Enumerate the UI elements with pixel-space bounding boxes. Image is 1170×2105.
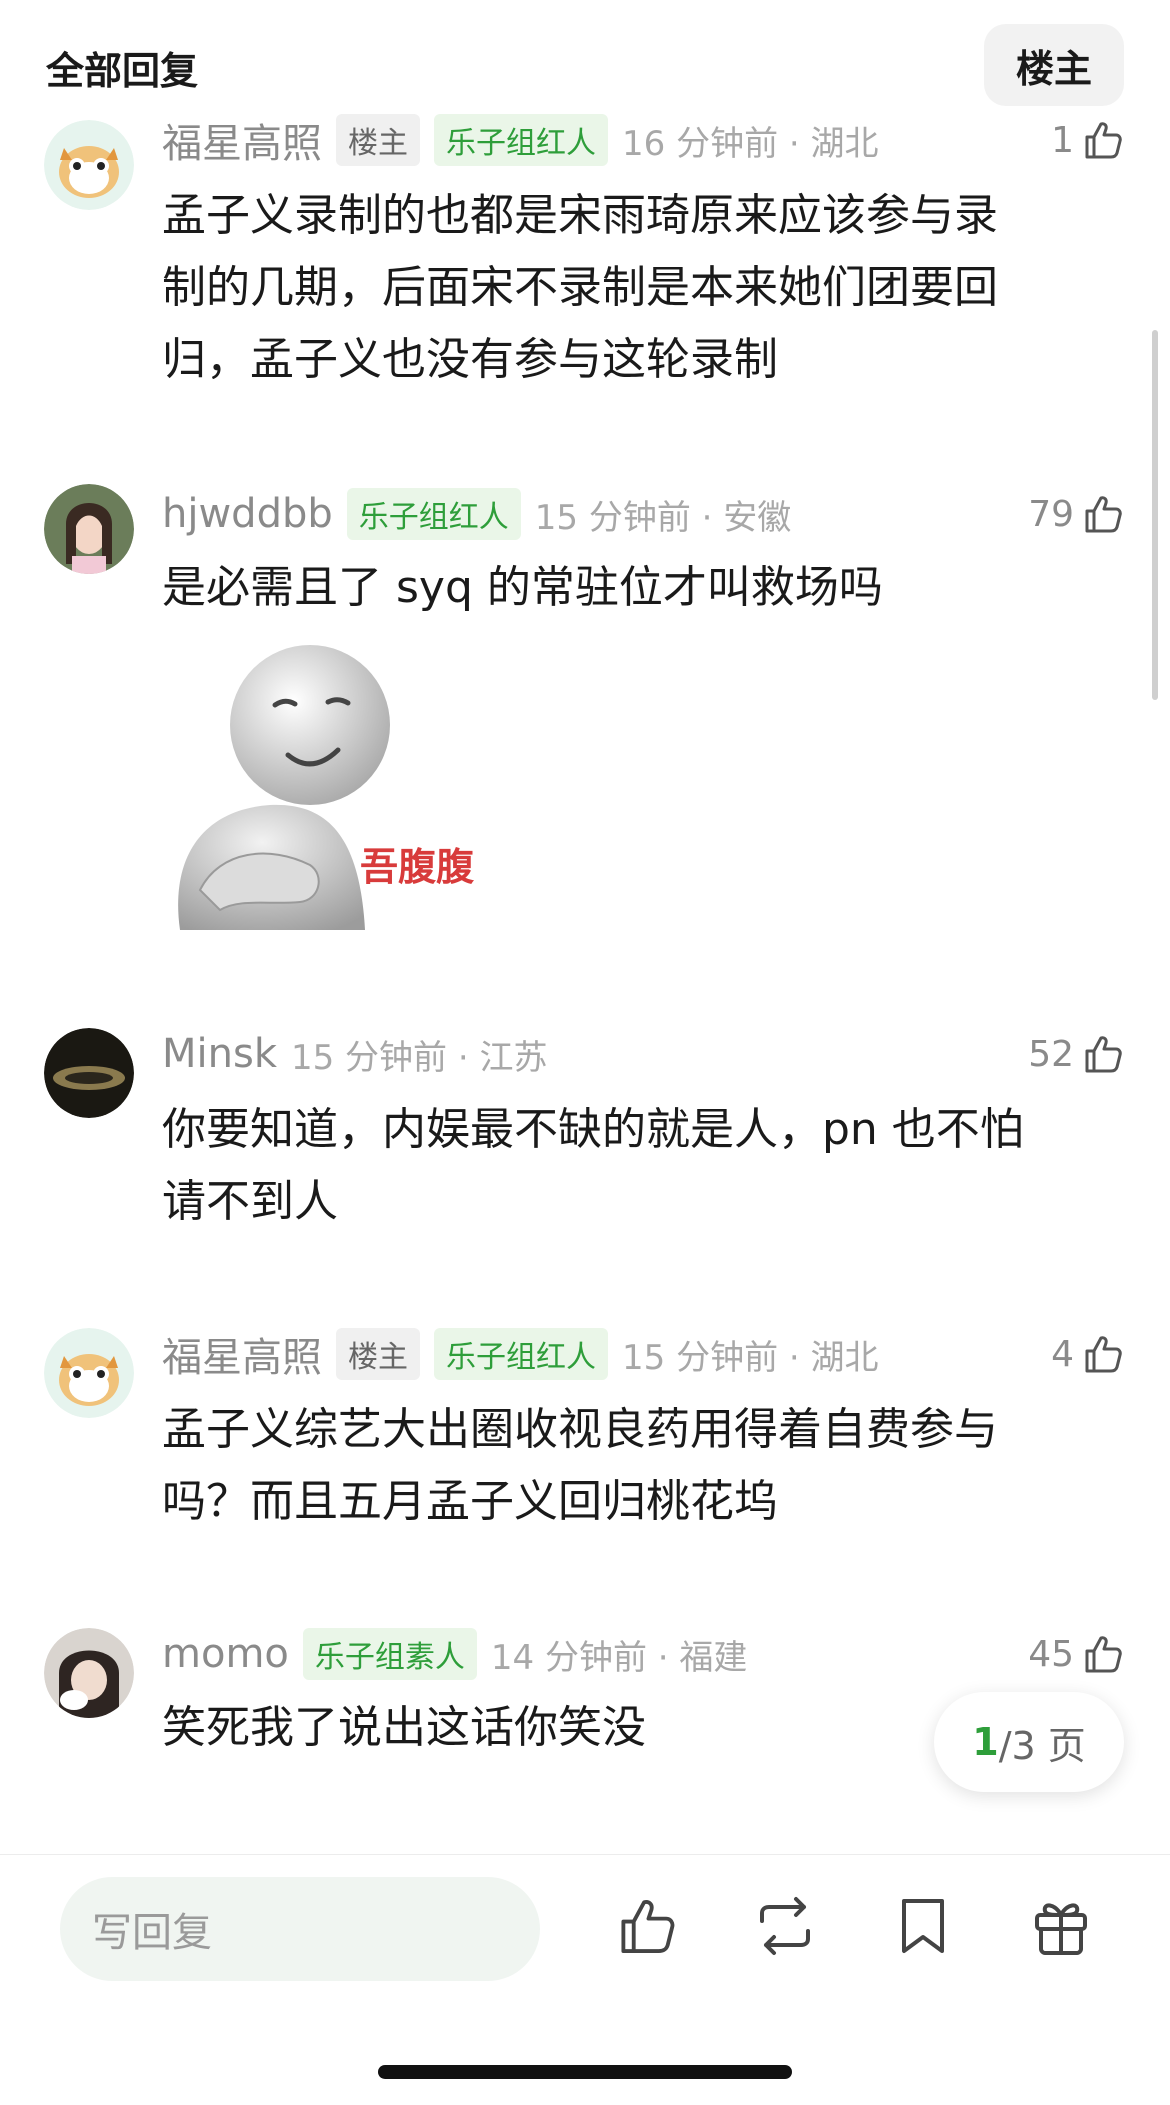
- avatar[interactable]: [44, 120, 134, 210]
- repost-button[interactable]: [750, 1891, 820, 1961]
- thumbs-up-icon: [1085, 1036, 1122, 1073]
- user-badge: 乐子组红人: [346, 488, 521, 540]
- time-location: 16 分钟前 · 湖北: [622, 123, 879, 164]
- op-only-button[interactable]: 楼主: [984, 24, 1124, 106]
- like-button[interactable]: 1: [1051, 110, 1124, 170]
- avatar[interactable]: [44, 1028, 134, 1118]
- text-line: 归，孟子义也没有参与这轮录制: [162, 334, 778, 385]
- like-button[interactable]: 45: [1028, 1624, 1124, 1684]
- bookmark-button[interactable]: [888, 1891, 958, 1961]
- avatar[interactable]: [44, 484, 134, 574]
- comment-text: 孟子义录制的也都是宋雨琦原来应该参与录 制的几期，后面宋不录制是本来她们团要回 …: [162, 180, 1102, 396]
- comment-text: 你要知道，内娱最不缺的就是人，pn 也不怕 请不到人: [162, 1094, 1102, 1238]
- time-location: 15 分钟前 · 湖北: [622, 1337, 879, 1378]
- username[interactable]: hjwddbb: [162, 491, 333, 537]
- time-location: 14 分钟前 · 福建: [490, 1637, 748, 1678]
- like-button[interactable]: 4: [1051, 1324, 1124, 1384]
- home-indicator[interactable]: [378, 2065, 792, 2079]
- total-pages: /3 页: [998, 1723, 1086, 1768]
- sticker-caption: 吾腹腹: [360, 847, 475, 889]
- op-tag: 楼主: [336, 1328, 420, 1380]
- avatar[interactable]: [44, 1628, 134, 1718]
- user-badge: 乐子组红人: [434, 1328, 608, 1380]
- comment-meta: momo 乐子组素人 14 分钟前 · 福建: [162, 1624, 747, 1684]
- thumbs-up-icon: [1085, 122, 1122, 159]
- like-count: 1: [1051, 119, 1074, 161]
- avatar[interactable]: [44, 1328, 134, 1418]
- gift-button[interactable]: [1026, 1891, 1096, 1961]
- thumbs-up-icon: [1085, 1636, 1122, 1673]
- comment-meta: hjwddbb 乐子组红人 15 分钟前 · 安徽: [162, 484, 791, 544]
- username[interactable]: Minsk: [162, 1031, 277, 1077]
- current-page: 1: [972, 1720, 999, 1764]
- user-badge: 乐子组红人: [434, 114, 608, 166]
- like-count: 52: [1028, 1033, 1074, 1075]
- op-tag: 楼主: [336, 114, 420, 166]
- thumbs-up-icon: [1085, 1336, 1122, 1373]
- bookmark-icon: [902, 1899, 944, 1953]
- like-count: 45: [1028, 1633, 1074, 1675]
- repost-icon: [760, 1897, 810, 1955]
- text-line: 孟子义录制的也都是宋雨琦原来应该参与录: [162, 190, 998, 241]
- comment-meta: 福星高照 楼主 乐子组红人 15 分钟前 · 湖北: [162, 1324, 879, 1384]
- like-count: 4: [1051, 1333, 1074, 1375]
- text-line: 请不到人: [162, 1176, 338, 1227]
- thumbs-up-icon: [1085, 496, 1122, 533]
- comment-meta: Minsk 15 分钟前 · 江苏: [162, 1024, 547, 1084]
- header: 全部回复 楼主: [0, 0, 1170, 128]
- gift-icon: [1035, 1903, 1087, 1955]
- comment-meta: 福星高照 楼主 乐子组红人 16 分钟前 · 湖北: [162, 110, 879, 170]
- page-title: 全部回复: [46, 49, 199, 93]
- comment-text: 孟子义综艺大出圈收视良药用得着自费参与 吗？而且五月孟子义回归桃花坞: [162, 1394, 1102, 1538]
- like-action-button[interactable]: [612, 1891, 682, 1961]
- user-badge: 乐子组素人: [302, 1628, 477, 1680]
- like-count: 79: [1028, 493, 1074, 535]
- bottom-action-bar: 写回复: [0, 1854, 1170, 2105]
- sticker-image[interactable]: 吾腹腹: [160, 640, 490, 930]
- username[interactable]: 福星高照: [162, 1325, 322, 1383]
- comment-text: 是必需且了 syq 的常驻位才叫救场吗: [162, 552, 1102, 624]
- text-line: 是必需且了 syq 的常驻位才叫救场吗: [162, 562, 883, 613]
- time-location: 15 分钟前 · 江苏: [290, 1037, 548, 1078]
- text-line: 你要知道，内娱最不缺的就是人，pn 也不怕: [162, 1104, 1024, 1155]
- text-line: 孟子义综艺大出圈收视良药用得着自费参与: [162, 1404, 998, 1455]
- text-line: 吗？而且五月孟子义回归桃花坞: [162, 1476, 778, 1527]
- like-button[interactable]: 52: [1028, 1024, 1124, 1084]
- like-button[interactable]: 79: [1028, 484, 1124, 544]
- username[interactable]: 福星高照: [162, 111, 322, 169]
- text-line: 制的几期，后面宋不录制是本来她们团要回: [162, 262, 998, 313]
- thumbs-up-icon: [621, 1900, 675, 1954]
- username[interactable]: momo: [162, 1631, 289, 1677]
- reply-input[interactable]: 写回复: [60, 1877, 540, 1981]
- scrollbar[interactable]: [1152, 330, 1158, 700]
- page-indicator[interactable]: 1 /3 页: [934, 1692, 1124, 1792]
- time-location: 15 分钟前 · 安徽: [534, 497, 792, 538]
